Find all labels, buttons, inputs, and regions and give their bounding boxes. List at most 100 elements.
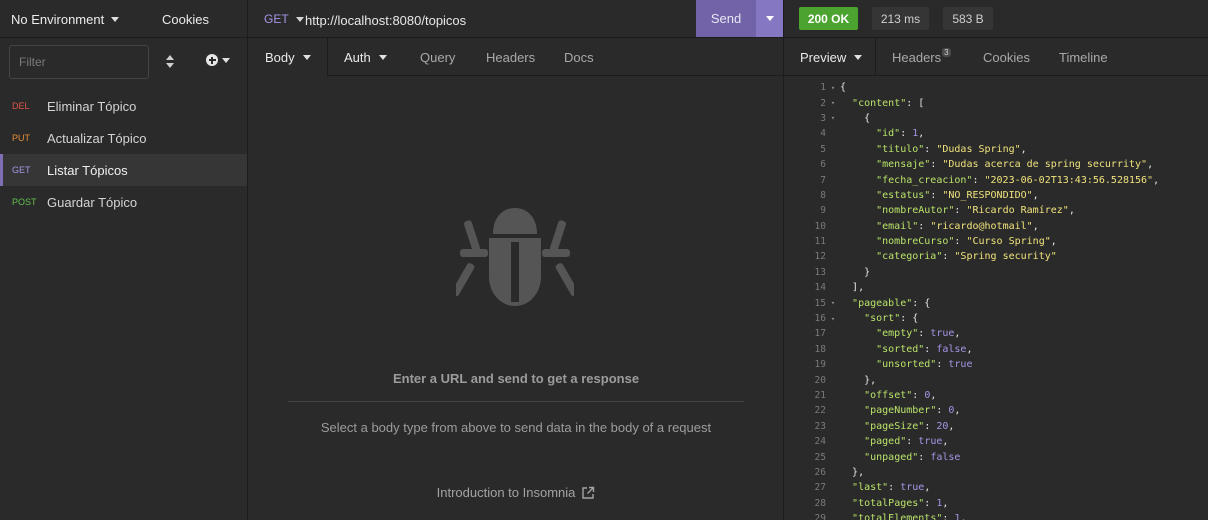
send-options-button[interactable] [756, 0, 783, 37]
code-token: } [864, 266, 871, 278]
code-line: 21 "offset": 0, [784, 388, 1208, 403]
tab-response-cookies[interactable]: Cookies [983, 50, 1030, 65]
tab-timeline[interactable]: Timeline [1059, 50, 1108, 65]
method-badge: GET [12, 165, 31, 175]
json-preview[interactable]: 1 ▾{2 ▾ "content": [3 ▾ {4 "id": 1, 5 "titul… [784, 80, 1208, 520]
response-size-badge: 583 B [943, 7, 993, 30]
request-name: Eliminar Tópico [47, 98, 137, 114]
code-token: false [930, 451, 961, 463]
code-line: 12 "categoria": "Spring security" [784, 249, 1208, 264]
code-token: }, [852, 466, 865, 478]
code-token: , [918, 128, 925, 140]
code-token: "nombreAutor" [876, 205, 955, 217]
line-number: 17 [814, 328, 826, 340]
code-token: : [930, 159, 943, 171]
line-number: 26 [814, 466, 826, 478]
code-text: "offset": 0, [840, 390, 936, 401]
code-token: : [924, 343, 937, 355]
code-line: 11 "nombreCurso": "Curso Spring", [784, 234, 1208, 249]
fold-caret-icon[interactable]: ▾ [826, 99, 840, 107]
code-line: 18 "sorted": false, [784, 342, 1208, 357]
request-item-listar-topicos[interactable]: GET Listar Tópicos [0, 154, 247, 186]
tab-response-headers[interactable]: Headers 3 [892, 48, 951, 65]
code-line: 17 "empty": true, [784, 326, 1208, 341]
code-token: : [924, 143, 937, 155]
code-token: , [924, 482, 931, 494]
code-line: 19 "unsorted": true [784, 357, 1208, 372]
tab-preview[interactable]: Preview [800, 50, 863, 65]
chevron-down-icon [222, 57, 230, 63]
plus-circle-icon [206, 54, 218, 66]
code-token: , [1068, 205, 1075, 217]
request-item-eliminar-topico[interactable]: DEL Eliminar Tópico [0, 90, 247, 122]
empty-state-subtitle: Select a body type from above to send da… [320, 420, 712, 435]
code-text: "titulo": "Dudas Spring", [840, 144, 1027, 155]
code-token: "Dudas acerca de spring securrity" [942, 159, 1148, 171]
code-line: 5 "titulo": "Dudas Spring", [784, 142, 1208, 157]
code-line: 22 "pageNumber": 0, [784, 403, 1208, 418]
tab-query[interactable]: Query [420, 50, 455, 65]
code-text: "pageNumber": 0, [840, 405, 960, 416]
code-token: : [930, 189, 943, 201]
fold-caret-icon[interactable]: ▾ [826, 84, 840, 92]
add-request-button[interactable] [206, 54, 230, 66]
tab-body[interactable]: Body [265, 50, 311, 65]
code-line: 16 ▾ "sort": { [784, 311, 1208, 326]
code-token: : [900, 128, 913, 140]
cookies-button[interactable]: Cookies [162, 12, 209, 27]
fold-caret-icon[interactable]: ▾ [826, 315, 840, 323]
divider [875, 38, 876, 75]
line-number: 24 [814, 436, 826, 448]
tab-headers[interactable]: Headers [486, 50, 535, 65]
code-token: true [948, 359, 973, 371]
sort-icon[interactable] [163, 54, 177, 70]
line-number: 10 [814, 220, 826, 232]
line-number: 20 [814, 374, 826, 386]
code-token: "ricardo@hotmail" [930, 220, 1033, 232]
code-token: , [942, 436, 949, 448]
request-item-guardar-topico[interactable]: POST Guardar Tópico [0, 186, 247, 218]
code-token: "totalPages" [852, 497, 925, 509]
code-text: }, [840, 467, 864, 478]
code-text: "id": 1, [840, 128, 924, 139]
request-name: Actualizar Tópico [47, 130, 147, 146]
code-line: 29 "totalElements": 1, [784, 511, 1208, 520]
divider [327, 38, 328, 75]
request-tabs: Body Auth Query Headers Docs [248, 38, 783, 76]
tab-docs[interactable]: Docs [564, 50, 594, 65]
code-token: : [ [906, 97, 925, 109]
introduction-link[interactable]: Introduction to Insomnia [248, 485, 784, 500]
line-number: 6 [820, 159, 826, 171]
filter-input[interactable] [9, 45, 149, 79]
code-token: , [1032, 189, 1039, 201]
tab-auth[interactable]: Auth [344, 50, 387, 65]
code-token: { [840, 82, 847, 94]
code-line: 9 "nombreAutor": "Ricardo Ramírez", [784, 203, 1208, 218]
line-number: 8 [820, 189, 826, 201]
code-token: "titulo" [876, 143, 925, 155]
send-button[interactable]: Send [696, 0, 756, 37]
line-number: 9 [820, 205, 826, 217]
url-input[interactable] [305, 11, 685, 29]
http-method-selector[interactable]: GET [264, 12, 304, 26]
fold-caret-icon[interactable]: ▾ [826, 114, 840, 122]
request-item-actualizar-topico[interactable]: PUT Actualizar Tópico [0, 122, 247, 154]
code-text: "pageable": { [840, 298, 930, 309]
code-token: "last" [852, 482, 889, 494]
tab-auth-label: Auth [344, 50, 371, 65]
fold-caret-icon[interactable]: ▾ [826, 299, 840, 307]
code-token: : [942, 513, 955, 520]
code-token: "pageSize" [864, 420, 925, 432]
code-token: : [888, 482, 901, 494]
line-number: 25 [814, 451, 826, 463]
http-method-label: GET [264, 12, 289, 26]
chevron-down-icon [302, 55, 311, 60]
code-token: , [942, 497, 949, 509]
environment-selector[interactable]: No Environment [11, 12, 120, 27]
code-token: "empty" [876, 328, 919, 340]
line-number: 11 [814, 236, 826, 248]
code-token: { [864, 112, 871, 124]
code-text: "estatus": "NO_RESPONDIDO", [840, 190, 1039, 201]
code-token: "categoria" [876, 251, 943, 263]
code-text: { [840, 113, 870, 124]
